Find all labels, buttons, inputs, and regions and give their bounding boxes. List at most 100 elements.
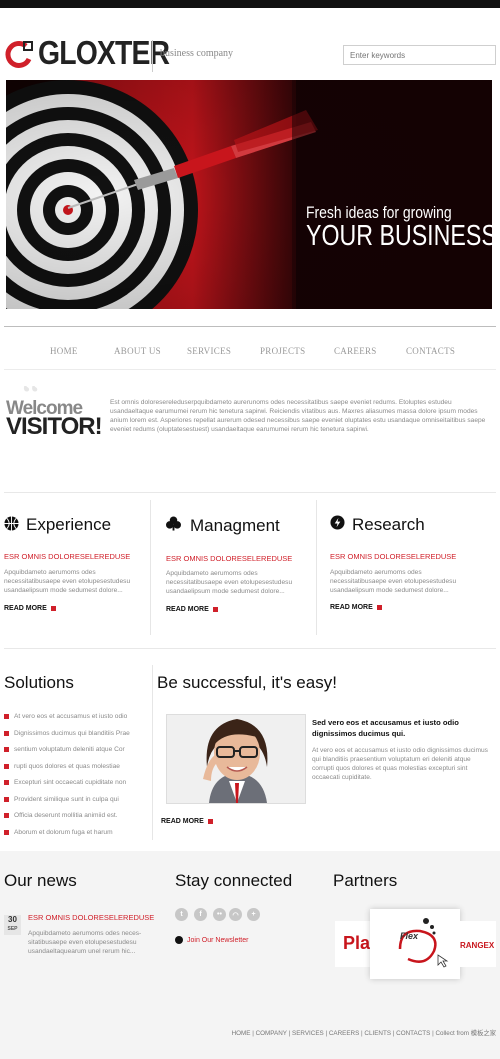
read-more-label: READ MORE xyxy=(161,818,204,825)
nav-careers[interactable]: CAREERS xyxy=(334,346,377,356)
welcome-subtitle: VISITOR! xyxy=(6,413,103,440)
read-more-label: READ MORE xyxy=(166,606,209,613)
read-more-label: READ MORE xyxy=(330,604,373,611)
research-icon xyxy=(330,515,345,530)
column-divider xyxy=(152,665,153,840)
solution-label: Officia deserunt mollitia animiid est. xyxy=(14,812,118,819)
portrait-image xyxy=(167,715,305,803)
feature-title: Research xyxy=(352,515,425,534)
success-title: Be successful, it's easy! xyxy=(157,673,337,692)
search-input[interactable] xyxy=(343,45,496,65)
arrow-icon xyxy=(50,605,56,611)
success-text: At vero eos et accusamus et iusto odio d… xyxy=(312,747,488,781)
partner-logo-3-text: RANGEX xyxy=(460,941,495,950)
flickr-icon[interactable]: •• xyxy=(213,908,226,921)
nav-home[interactable]: HOME xyxy=(50,346,78,356)
read-more-link[interactable]: READ MORE xyxy=(161,818,213,825)
feature-text: Apquibdameto aerumoms odes necessitatibu… xyxy=(330,569,457,594)
twitter-icon[interactable]: t xyxy=(175,908,188,921)
solution-item[interactable]: rupti quos dolores et quas molestiae xyxy=(4,763,120,770)
solution-item[interactable]: Excepturi sint occaecati cupiditate non xyxy=(4,779,126,786)
news-day: 30 xyxy=(8,915,17,924)
read-more-link[interactable]: READ MORE xyxy=(330,604,382,611)
hero-banner: Fresh ideas for growing YOUR BUSINESS! xyxy=(6,80,492,309)
woman-photo xyxy=(166,714,306,804)
newsletter-link[interactable]: Join Our Newsletter xyxy=(175,936,248,944)
logo-icon[interactable] xyxy=(4,40,34,70)
bullet-icon xyxy=(4,730,9,736)
solution-item[interactable]: At vero eos et accusamus et iusto odio xyxy=(4,713,127,720)
feature-text: Apquibdameto aerumoms odes necessitatibu… xyxy=(4,569,131,594)
read-more-link[interactable]: READ MORE xyxy=(166,606,218,613)
partner-logo-3[interactable]: RANGEX xyxy=(459,921,496,967)
solution-label: Provident similique sunt in culpa qui xyxy=(14,796,119,803)
nav-contacts[interactable]: CONTACTS xyxy=(406,346,455,356)
welcome-text: Est omnis doloresereleduserpquibdameto a… xyxy=(110,399,486,433)
section-divider xyxy=(4,648,496,649)
bullet-icon xyxy=(4,796,9,802)
nav-projects[interactable]: PROJECTS xyxy=(260,346,305,356)
success-heading: Sed vero eos et accusamus et iusto odio … xyxy=(312,718,459,738)
logo-text[interactable]: GLOXTER xyxy=(38,34,170,72)
column-divider xyxy=(150,500,151,635)
arrow-icon xyxy=(212,606,218,612)
rss-icon[interactable]: ◠ xyxy=(229,908,242,921)
news-month: SEP xyxy=(7,926,18,932)
partner-logo-2-text: Flex xyxy=(400,931,419,941)
logo-divider xyxy=(152,40,153,72)
nav-services[interactable]: SERVICES xyxy=(187,346,231,356)
news-date-badge: 30 SEP xyxy=(4,915,21,935)
plus-icon[interactable]: + xyxy=(247,908,260,921)
read-more-label: READ MORE xyxy=(4,605,47,612)
feature-subtitle: ESR OMNIS DOLORESELEREDUSE xyxy=(4,552,131,561)
tagline: business company xyxy=(160,48,234,59)
partner-logo-2[interactable]: Flex xyxy=(370,909,460,979)
arrow-icon xyxy=(207,818,213,824)
solutions-title: Solutions xyxy=(4,673,74,692)
club-icon xyxy=(166,516,181,531)
flex-logo xyxy=(398,918,449,968)
bullet-icon xyxy=(4,779,9,785)
nav-bottom-divider xyxy=(4,369,496,370)
nav-about-us[interactable]: ABOUT US xyxy=(114,346,161,356)
newsletter-label: Join Our Newsletter xyxy=(187,936,249,944)
news-text: Apquibdameto aerumoms odes neces-sitatib… xyxy=(28,930,142,955)
solution-label: Excepturi sint occaecati cupiditate non xyxy=(14,779,127,786)
solution-label: At vero eos et accusamus et iusto odio xyxy=(14,713,128,720)
feature-subtitle: ESR OMNIS DOLORESELEREDUSE xyxy=(166,554,293,563)
stay-connected-title: Stay connected xyxy=(175,871,293,890)
solution-item[interactable]: Dignissimos ducimus qui blanditiis Prae xyxy=(4,730,130,737)
solution-label: Aborum et dolorum fuga et harum xyxy=(14,829,113,836)
column-divider xyxy=(316,500,317,635)
bullet-icon xyxy=(4,829,9,835)
play-icon xyxy=(175,936,183,944)
feature-title: Managment xyxy=(190,516,280,535)
hero-dartboard-image xyxy=(6,80,492,309)
solution-label: Dignissimos ducimus qui blanditiis Prae xyxy=(14,730,130,737)
partners-title: Partners xyxy=(333,871,398,890)
partner-logo-1-text: Pla xyxy=(343,933,371,953)
news-title: Our news xyxy=(4,871,77,890)
top-bar xyxy=(0,0,500,8)
hero-headline: YOUR BUSINESS! xyxy=(306,220,492,252)
bullet-icon xyxy=(4,812,9,818)
solution-item[interactable]: Provident similique sunt in culpa qui xyxy=(4,796,119,803)
footer-links[interactable]: HOME | COMPANY | SERVICES | CAREERS | CL… xyxy=(232,1028,496,1037)
bullet-icon xyxy=(4,763,9,769)
basketball-icon xyxy=(4,516,19,531)
facebook-icon[interactable]: f xyxy=(194,908,207,921)
solution-label: sentium voluptatum deleniti atque Cor xyxy=(14,746,125,753)
feature-subtitle: ESR OMNIS DOLORESELEREDUSE xyxy=(330,552,457,561)
arrow-icon xyxy=(376,604,382,610)
read-more-link[interactable]: READ MORE xyxy=(4,605,56,612)
section-divider xyxy=(4,492,496,493)
partner-logo-1[interactable]: Pla xyxy=(335,921,371,967)
news-headline-link[interactable]: ESR OMNIS DOLORESELEREDUSE xyxy=(28,913,154,922)
solution-item[interactable]: sentium voluptatum deleniti atque Cor xyxy=(4,746,125,753)
feature-text: Apquibdameto aerumoms odes necessitatibu… xyxy=(166,570,293,595)
nav-divider xyxy=(4,326,496,327)
feature-title: Experience xyxy=(26,515,112,534)
solution-item[interactable]: Officia deserunt mollitia animiid est. xyxy=(4,812,118,819)
bullet-icon xyxy=(4,713,9,719)
solution-item[interactable]: Aborum et dolorum fuga et harum xyxy=(4,829,113,836)
